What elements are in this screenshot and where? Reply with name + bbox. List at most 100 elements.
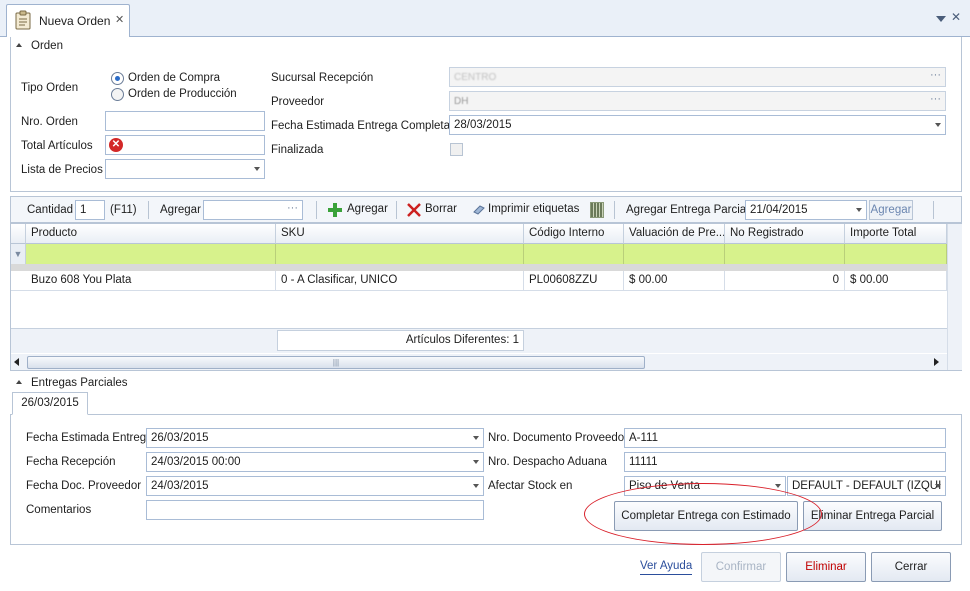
nro-doc-proveedor-input[interactable]: A-111 xyxy=(624,428,946,448)
filter-cell-sku[interactable] xyxy=(276,244,524,264)
dropdown-arrow-icon xyxy=(473,436,479,440)
ver-ayuda-link[interactable]: Ver Ayuda xyxy=(640,560,693,575)
nro-doc-proveedor-label: Nro. Documento Proveedor xyxy=(488,432,628,444)
column-header-importe-total[interactable]: Importe Total xyxy=(845,224,947,244)
proveedor-input[interactable]: DH ··· xyxy=(449,91,946,111)
column-header-codigo-interno[interactable]: Código Interno xyxy=(524,224,624,244)
orden-section-header[interactable]: Orden xyxy=(16,40,63,52)
filter-cell-no-registrado[interactable] xyxy=(725,244,845,264)
sucursal-label: Sucursal Recepción xyxy=(271,72,374,84)
filter-cell-valuacion[interactable] xyxy=(624,244,725,264)
fecha-estimada-entrega-select[interactable]: 26/03/2015 xyxy=(146,428,484,448)
collapse-icon xyxy=(16,43,22,47)
column-header-valuacion[interactable]: Valuación de Pre... xyxy=(624,224,725,244)
tab-nueva-orden[interactable]: Nueva Orden ✕ xyxy=(6,4,130,37)
error-icon: ✕ xyxy=(109,138,123,152)
radio-unselected-icon xyxy=(111,88,124,101)
cell-no-registrado[interactable]: 0 xyxy=(725,271,845,291)
barcode-icon[interactable] xyxy=(590,202,604,218)
tipo-orden-label: Tipo Orden xyxy=(21,82,79,94)
scroll-left-icon[interactable] xyxy=(14,358,19,366)
cell-codigo-interno[interactable]: PL00608ZZU xyxy=(524,271,624,291)
toolbar-separator xyxy=(614,201,615,219)
cell-importe-total[interactable]: $ 00.00 xyxy=(845,271,947,291)
agregar-label: Agregar xyxy=(160,204,201,216)
fecha-doc-proveedor-select[interactable]: 24/03/2015 xyxy=(146,476,484,496)
fecha-estimada-entrega-label: Fecha Estimada Entrega xyxy=(26,432,153,444)
cantidad-input[interactable]: 1 xyxy=(75,200,105,220)
filter-cell-importe[interactable] xyxy=(845,244,947,264)
toolbar-separator xyxy=(316,201,317,219)
grid-corner xyxy=(11,224,26,244)
filter-cell-codigo[interactable] xyxy=(524,244,624,264)
agregar-input[interactable]: ··· xyxy=(203,200,303,220)
clipboard-icon xyxy=(15,10,31,30)
fecha-doc-proveedor-label: Fecha Doc. Proveedor xyxy=(26,480,142,492)
deposito-select[interactable]: DEFAULT - DEFAULT (IZQUI xyxy=(787,476,946,496)
cerrar-button[interactable]: Cerrar xyxy=(871,552,951,582)
comentarios-label: Comentarios xyxy=(26,504,92,516)
entrega-parcial-date-select[interactable]: 21/04/2015 xyxy=(745,200,867,220)
dropdown-arrow-icon xyxy=(856,208,862,212)
ellipsis-icon[interactable]: ··· xyxy=(930,93,941,105)
highlight-ellipse xyxy=(584,483,822,545)
column-header-producto[interactable]: Producto xyxy=(26,224,276,244)
tab-strip xyxy=(0,0,970,37)
cantidad-label: Cantidad xyxy=(27,204,74,216)
dropdown-arrow-icon xyxy=(935,484,941,488)
fecha-estimada-completa-select[interactable]: 28/03/2015 xyxy=(449,115,946,135)
dropdown-arrow-icon xyxy=(473,484,479,488)
eliminar-button[interactable]: Eliminar xyxy=(786,552,866,582)
radio-selected-icon xyxy=(111,72,124,85)
articulos-diferentes-summary: Artículos Diferentes: 1 xyxy=(277,330,524,351)
toolbar-separator xyxy=(933,201,934,219)
filter-row-indicator: ▼ xyxy=(11,244,26,264)
fecha-recepcion-select[interactable]: 24/03/2015 00:00 xyxy=(146,452,484,472)
entregas-section-header[interactable]: Entregas Parciales xyxy=(16,377,128,389)
delete-x-icon xyxy=(406,202,422,218)
proveedor-label: Proveedor xyxy=(271,96,325,108)
scroll-thumb[interactable]: ||| xyxy=(27,356,645,369)
confirmar-button[interactable]: Confirmar xyxy=(701,552,781,582)
plus-icon xyxy=(327,202,343,218)
vertical-scrollbar[interactable] xyxy=(947,224,962,370)
nro-orden-input[interactable] xyxy=(105,111,265,131)
close-icon[interactable]: ✕ xyxy=(951,10,961,24)
dropdown-arrow-icon xyxy=(254,167,260,171)
afectar-stock-label: Afectar Stock en xyxy=(488,480,573,492)
toolbar-separator xyxy=(148,201,149,219)
lista-precios-select[interactable] xyxy=(105,159,265,179)
ellipsis-icon[interactable]: ··· xyxy=(930,69,941,81)
total-articulos-label: Total Artículos xyxy=(21,140,93,152)
close-icon[interactable]: ✕ xyxy=(115,13,124,26)
sucursal-input[interactable]: CENTRO ··· xyxy=(449,67,946,87)
finalizada-checkbox[interactable] xyxy=(450,143,463,156)
cell-valuacion[interactable]: $ 00.00 xyxy=(624,271,725,291)
toolbar-separator xyxy=(396,201,397,219)
total-articulos-input[interactable]: ✕ xyxy=(105,135,265,155)
label-print-icon xyxy=(472,203,486,217)
fecha-estimada-completa-label: Fecha Estimada Entrega Completa xyxy=(271,120,450,132)
ellipsis-icon[interactable]: ··· xyxy=(287,202,298,214)
collapse-icon xyxy=(16,380,22,384)
filter-cell-producto[interactable] xyxy=(26,244,276,264)
fecha-recepcion-label: Fecha Recepción xyxy=(26,456,116,468)
f11-hint: (F11) xyxy=(110,204,137,216)
eliminar-entrega-parcial-button[interactable]: Eliminar Entrega Parcial xyxy=(803,501,942,531)
nro-orden-label: Nro. Orden xyxy=(21,116,78,128)
column-header-sku[interactable]: SKU xyxy=(276,224,524,244)
nro-despacho-aduana-label: Nro. Despacho Aduana xyxy=(488,456,607,468)
tab-title: Nueva Orden xyxy=(39,14,111,28)
cell-sku[interactable]: 0 - A Clasificar, UNICO xyxy=(276,271,524,291)
group-band xyxy=(11,264,947,271)
dropdown-arrow-icon xyxy=(775,484,781,488)
nro-despacho-aduana-input[interactable]: 11111 xyxy=(624,452,946,472)
comentarios-input[interactable] xyxy=(146,500,484,520)
finalizada-label: Finalizada xyxy=(271,144,324,156)
entrega-parcial-agregar-button[interactable]: Agregar xyxy=(869,200,913,220)
cell-producto[interactable]: Buzo 608 You Plata xyxy=(26,271,276,291)
scroll-right-icon[interactable] xyxy=(934,358,939,366)
chevron-down-icon[interactable] xyxy=(936,16,946,22)
column-header-no-registrado[interactable]: No Registrado xyxy=(725,224,845,244)
tab-entrega-26-03-2015[interactable]: 26/03/2015 xyxy=(12,392,88,415)
